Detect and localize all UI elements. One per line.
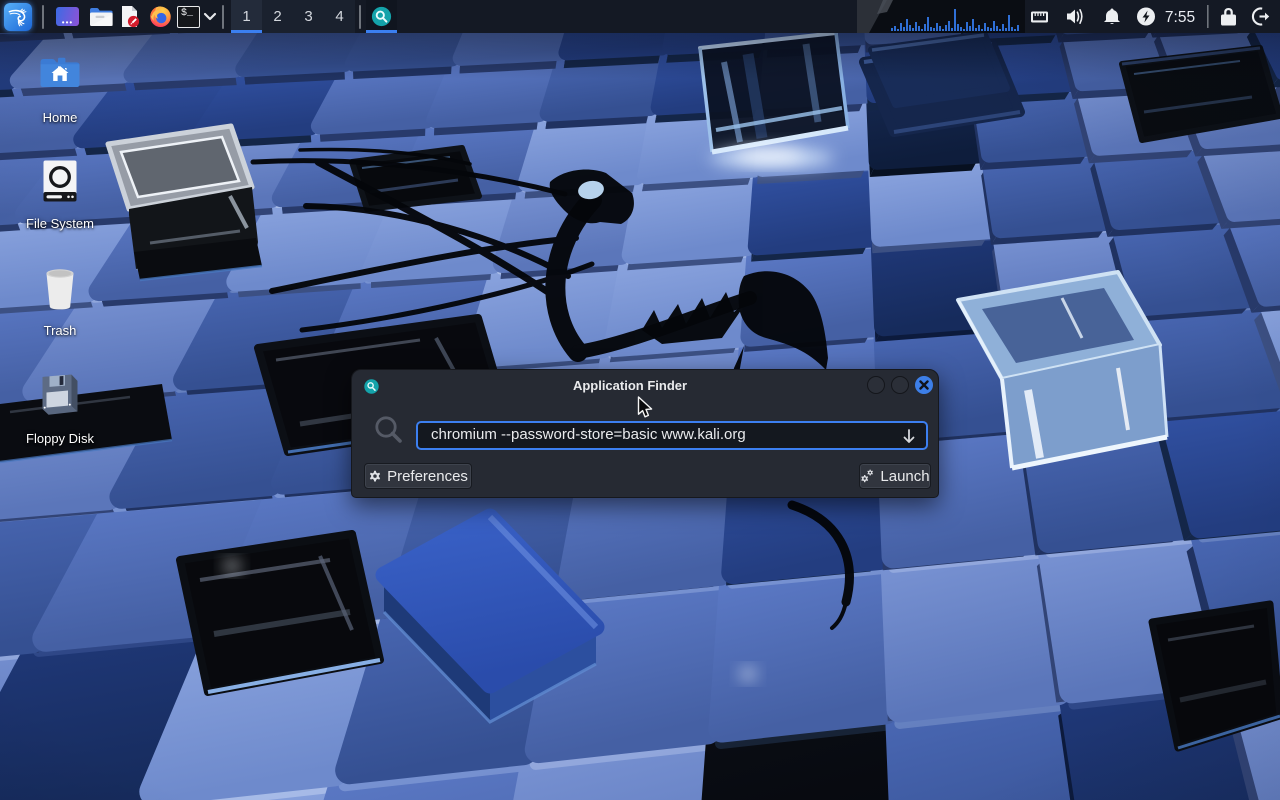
- svg-text:7:55: 7:55: [1165, 9, 1195, 26]
